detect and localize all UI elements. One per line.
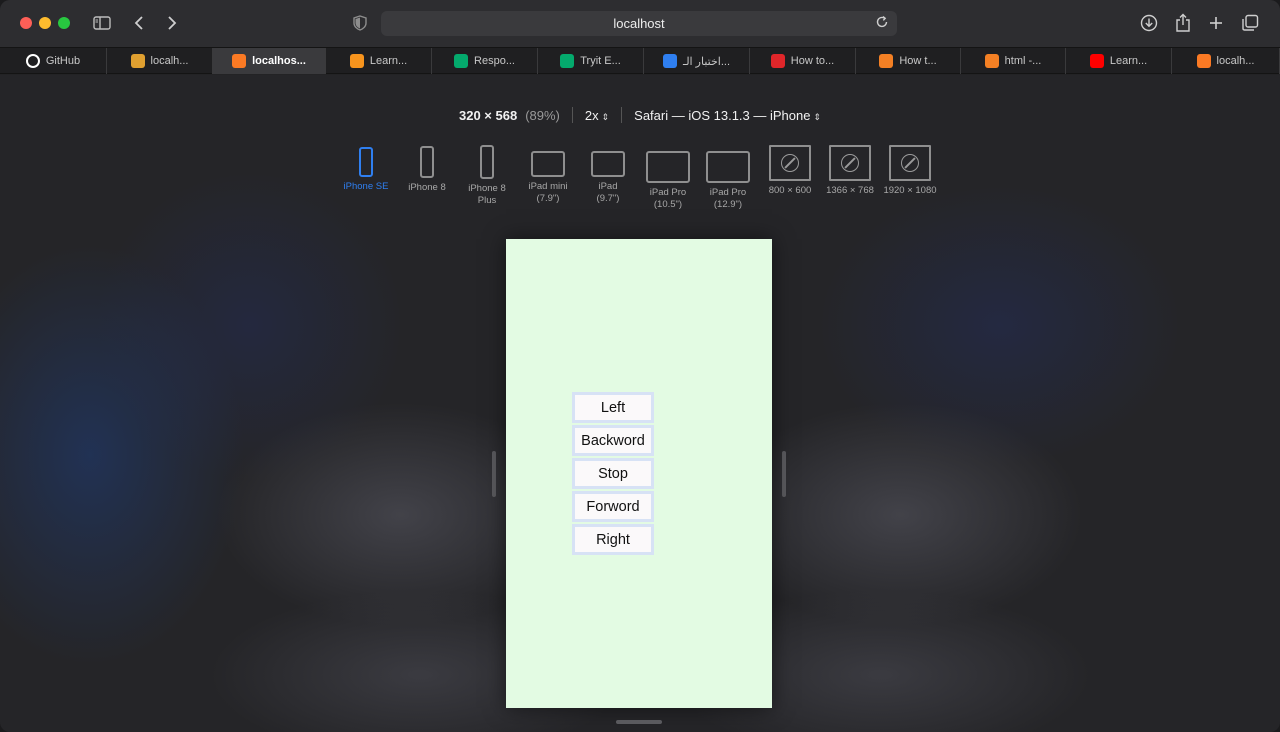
tab-label: How t... (899, 55, 937, 67)
pixel-ratio-select[interactable]: 2x ⇕ (585, 108, 609, 123)
desktop-icon (829, 145, 871, 181)
w-icon (454, 54, 469, 68)
tablet-icon (531, 151, 565, 177)
device-sublabel: (12.9") (713, 199, 743, 210)
device-label: 1920 × 1080 (883, 185, 937, 196)
youtube-icon (1089, 54, 1104, 68)
browser-tab[interactable]: Learn... (326, 48, 432, 74)
url-text: localhost (613, 16, 665, 31)
tab-label: Respo... (474, 55, 515, 67)
tablet-icon (706, 151, 750, 183)
pixel-ratio-value: 2x (584, 107, 599, 123)
xampp-icon (130, 54, 145, 68)
tab-label: localh... (1216, 55, 1255, 67)
minimize-window-button[interactable] (39, 17, 51, 29)
responsive-design-mode: 320 × 568 (89%) 2x ⇕ Safari — iOS 13.1.3 … (0, 75, 1280, 732)
close-window-button[interactable] (20, 17, 32, 29)
viewport-zoom: (89%) (525, 107, 560, 123)
resize-handle-bottom[interactable] (616, 720, 662, 724)
w-icon (560, 54, 575, 68)
browser-tab[interactable]: localh... (1172, 48, 1280, 74)
device-preset[interactable]: iPad Pro (12.9") (693, 145, 763, 211)
forward-arrow-icon[interactable] (160, 11, 184, 35)
tab-label: localh... (150, 55, 189, 67)
browser-tab[interactable]: localhos... (213, 48, 326, 74)
desktop-icon (889, 145, 931, 181)
backword-button[interactable]: Backword (572, 425, 654, 456)
title-bar: localhost (0, 0, 1280, 47)
phone-icon (480, 145, 494, 179)
responsive-toolbar: 320 × 568 (89%) 2x ⇕ Safari — iOS 13.1.3 … (0, 105, 1280, 125)
tablet-icon (646, 151, 690, 183)
tab-label: اختبار الـ... (682, 55, 731, 68)
browser-tab[interactable]: localh... (107, 48, 213, 74)
privacy-shield-icon[interactable] (348, 11, 372, 35)
store-icon (662, 54, 677, 68)
user-agent-value: Safari — iOS 13.1.3 — iPhone (634, 107, 811, 123)
browser-tab[interactable]: Tryit E... (538, 48, 644, 74)
downloads-icon[interactable] (1137, 11, 1161, 35)
left-button[interactable]: Left (572, 392, 654, 423)
compass-icon (781, 154, 799, 172)
tab-label: Learn... (1109, 55, 1148, 67)
chevron-updown-icon: ⇕ (601, 111, 610, 122)
device-label: iPhone 8 (468, 183, 506, 194)
tab-label: How to... (790, 55, 835, 67)
phone-icon (420, 146, 434, 178)
xampp-icon (1196, 54, 1211, 68)
tab-label: GitHub (45, 55, 81, 67)
browser-tab[interactable]: html -... (961, 48, 1066, 74)
stop-button[interactable]: Stop (572, 458, 654, 489)
back-arrow-icon[interactable] (127, 11, 151, 35)
browser-tab[interactable]: اختبار الـ... (644, 48, 750, 74)
device-preset[interactable]: 1920 × 1080 (875, 145, 945, 197)
tab-label: localhos... (252, 55, 306, 67)
stackoverflow-icon (879, 54, 894, 68)
tab-label: html -... (1004, 55, 1042, 67)
xampp-icon (232, 54, 247, 68)
compass-icon (901, 154, 919, 172)
new-tab-icon[interactable] (1204, 11, 1228, 35)
tablet-icon (591, 151, 625, 177)
browser-tab[interactable]: GitHub (0, 48, 107, 74)
toolbar-divider (571, 107, 573, 123)
browser-tab[interactable]: Learn... (1066, 48, 1172, 74)
device-sublabel: Plus (477, 195, 497, 206)
tab-overview-icon[interactable] (1238, 11, 1262, 35)
desktop-icon (769, 145, 811, 181)
chevron-updown-icon: ⇕ (813, 111, 822, 122)
zoom-window-button[interactable] (58, 17, 70, 29)
device-preset[interactable]: iPhone 8 Plus (452, 145, 522, 207)
phone-icon (359, 147, 373, 177)
stackoverflow-icon (984, 54, 999, 68)
toolbar-divider (621, 107, 623, 123)
github-icon (25, 54, 40, 68)
browser-tab[interactable]: How to... (750, 48, 856, 74)
address-bar[interactable]: localhost (381, 11, 897, 36)
sidebar-toggle-icon[interactable] (90, 11, 114, 35)
tab-bar: GitHub localh... localhos... Learn... Respo.… (0, 47, 1280, 74)
resize-handle-right[interactable] (782, 451, 786, 497)
right-button[interactable]: Right (572, 524, 654, 555)
reload-icon[interactable] (875, 15, 891, 31)
share-icon[interactable] (1171, 11, 1195, 35)
bh-icon (770, 54, 785, 68)
compass-icon (841, 154, 859, 172)
browser-tab[interactable]: Respo... (432, 48, 538, 74)
browser-tab[interactable]: How t... (856, 48, 961, 74)
resize-handle-left[interactable] (492, 451, 496, 497)
device-viewport: Left Backword Stop Forword Right (506, 239, 772, 708)
device-label: iPad Pro (709, 187, 747, 198)
device-preset[interactable]: iPhone SE (331, 145, 401, 193)
device-presets: iPhone SE iPhone 8 iPhone 8 Plus iPad mini (7… (0, 145, 1280, 215)
browser-window: localhost GitHub localh... localhos... Lear… (0, 0, 1280, 732)
device-label: iPhone SE (343, 181, 389, 192)
tab-label: Tryit E... (580, 55, 621, 67)
viewport-dimensions[interactable]: 320 × 568 (459, 108, 517, 123)
tab-label: Learn... (369, 55, 408, 67)
user-agent-select[interactable]: Safari — iOS 13.1.3 — iPhone ⇕ (634, 108, 821, 123)
forword-button[interactable]: Forword (572, 491, 654, 522)
orange-square-icon (349, 54, 364, 68)
